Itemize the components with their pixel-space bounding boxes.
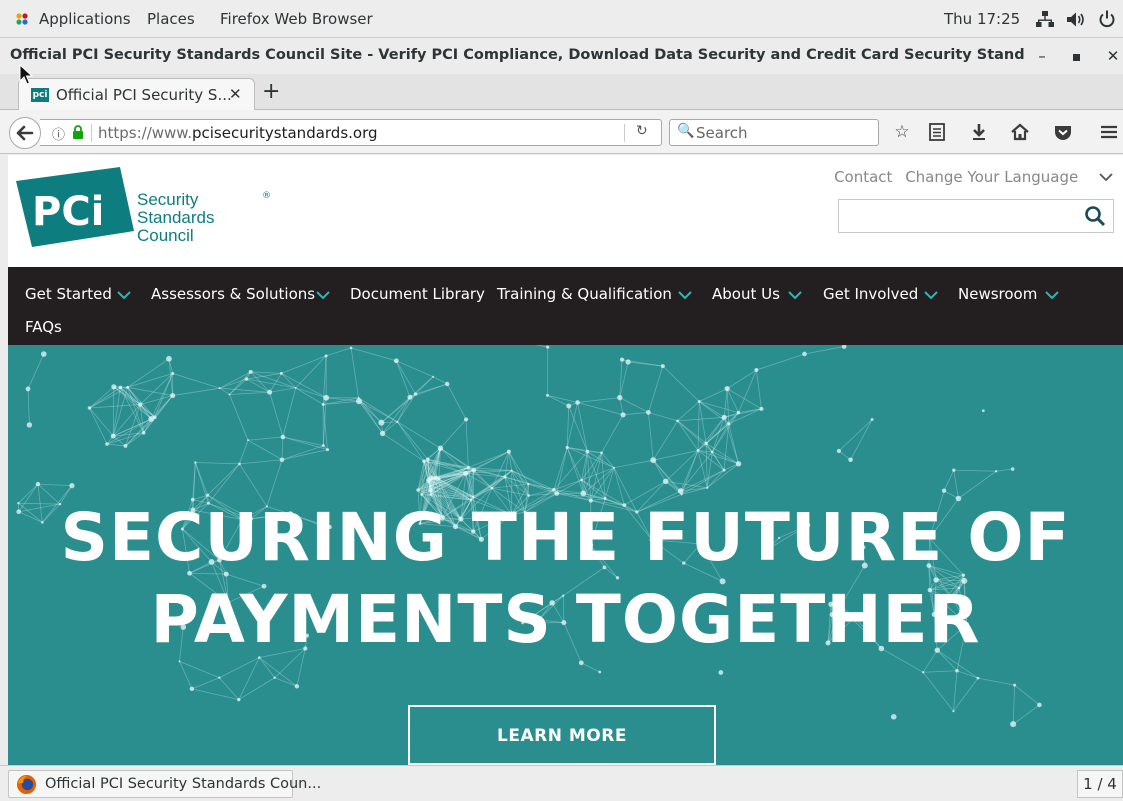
- nav-faqs[interactable]: FAQs: [25, 318, 62, 336]
- contact-link[interactable]: Contact: [834, 168, 892, 186]
- nav-newsroom[interactable]: Newsroom: [958, 285, 1037, 303]
- chevron-down-icon[interactable]: [924, 290, 938, 300]
- window-list-taskbar: Official PCI Security Standards Coun... …: [0, 765, 1123, 801]
- info-icon[interactable]: ⓘ: [52, 124, 65, 143]
- browser-search-box[interactable]: 🔍: [669, 119, 879, 146]
- chevron-down-icon[interactable]: [678, 290, 692, 300]
- home-icon[interactable]: [1008, 120, 1032, 144]
- firefox-icon: [16, 774, 37, 795]
- nav-get-started[interactable]: Get Started: [25, 285, 112, 303]
- nav-document-library[interactable]: Document Library: [350, 285, 485, 303]
- back-arrow-icon: [16, 125, 34, 141]
- site-search-box[interactable]: [838, 199, 1114, 233]
- nav-get-involved[interactable]: Get Involved: [823, 285, 918, 303]
- chevron-down-icon[interactable]: [1099, 168, 1113, 186]
- chevron-down-icon[interactable]: [117, 290, 131, 300]
- volume-icon[interactable]: [1066, 11, 1086, 28]
- back-button[interactable]: [9, 117, 41, 149]
- nav-training-qualification[interactable]: Training & Qualification: [497, 285, 672, 303]
- site-search-input[interactable]: [845, 206, 1075, 226]
- reload-icon[interactable]: ↻: [636, 123, 648, 139]
- applications-icon: [16, 13, 28, 25]
- taskbar-window-label: Official PCI Security Standards Coun...: [45, 776, 322, 792]
- hero-banner: SECURING THE FUTURE OF PAYMENTS TOGETHER…: [8, 345, 1123, 765]
- pci-logo-mark: PCi: [16, 167, 134, 247]
- applications-menu[interactable]: Applications: [39, 10, 131, 28]
- taskbar-window-item[interactable]: Official PCI Security Standards Coun...: [8, 770, 321, 798]
- close-window-button[interactable]: ✕: [1103, 46, 1123, 66]
- close-tab-icon[interactable]: ✕: [229, 85, 242, 103]
- learn-more-button[interactable]: LEARN MORE: [408, 705, 716, 765]
- language-selector[interactable]: Change Your Language: [905, 168, 1078, 186]
- search-icon: 🔍: [677, 123, 695, 139]
- workspace-indicator[interactable]: 1 / 4: [1077, 770, 1123, 798]
- places-menu[interactable]: Places: [147, 10, 195, 28]
- logo-text: PCi: [32, 189, 104, 235]
- window-title-bar: Official PCI Security Standards Council …: [0, 38, 1123, 74]
- site-header: PCi Security Standards Council ® Contact …: [8, 155, 1123, 267]
- chevron-down-icon[interactable]: [788, 290, 802, 300]
- navigation-toolbar: ⓘ https://www.pcisecuritystandards.org ↻…: [0, 110, 1123, 154]
- maximize-button[interactable]: [1066, 46, 1086, 66]
- power-icon[interactable]: [1098, 10, 1116, 28]
- mouse-cursor-icon: [19, 64, 33, 85]
- url-bar[interactable]: ⓘ https://www.pcisecuritystandards.org ↻: [40, 119, 662, 146]
- reload-separator: [624, 124, 625, 142]
- clock[interactable]: Thu 17:25: [944, 10, 1020, 28]
- gnome-top-bar: Applications Places Firefox Web Browser …: [0, 0, 1123, 38]
- new-tab-button[interactable]: +: [262, 79, 280, 104]
- app-menu[interactable]: Firefox Web Browser: [220, 10, 373, 28]
- url-text[interactable]: https://www.pcisecuritystandards.org: [98, 124, 378, 142]
- tab-pci[interactable]: pci Official PCI Security S... ✕: [18, 78, 255, 111]
- main-navigation: Get Started Assessors & Solutions Docume…: [8, 267, 1123, 345]
- hero-headline: SECURING THE FUTURE OF PAYMENTS TOGETHER: [60, 499, 1071, 658]
- downloads-icon[interactable]: [967, 120, 991, 144]
- pci-logo[interactable]: PCi Security Standards Council ®: [12, 167, 272, 247]
- chevron-down-icon[interactable]: [1045, 290, 1059, 300]
- nav-assessors-solutions[interactable]: Assessors & Solutions: [151, 285, 315, 303]
- nav-about-us[interactable]: About Us: [712, 285, 780, 303]
- pci-favicon-icon: pci: [31, 88, 49, 102]
- chevron-down-icon[interactable]: [316, 290, 330, 300]
- registered-mark: ®: [262, 191, 271, 201]
- window-title: Official PCI Security Standards Council …: [10, 47, 1025, 63]
- page-viewport: PCi Security Standards Council ® Contact …: [8, 155, 1123, 765]
- bookmark-star-icon[interactable]: ☆: [890, 120, 914, 144]
- tab-label: Official PCI Security S...: [56, 86, 232, 104]
- bookmarks-menu-icon[interactable]: [925, 120, 949, 144]
- search-icon[interactable]: [1083, 203, 1107, 229]
- lock-icon[interactable]: [72, 125, 84, 139]
- pocket-icon[interactable]: [1051, 120, 1075, 144]
- hamburger-menu-icon[interactable]: [1097, 120, 1121, 144]
- url-separator: [91, 124, 92, 142]
- tab-strip: pci Official PCI Security S... ✕ +: [0, 74, 1123, 111]
- logo-tagline: Security Standards Council: [137, 190, 215, 245]
- network-icon[interactable]: [1036, 10, 1054, 28]
- minimize-button[interactable]: –: [1032, 46, 1052, 66]
- browser-search-input[interactable]: [696, 123, 874, 143]
- utility-links: Contact Change Your Language: [826, 168, 1113, 186]
